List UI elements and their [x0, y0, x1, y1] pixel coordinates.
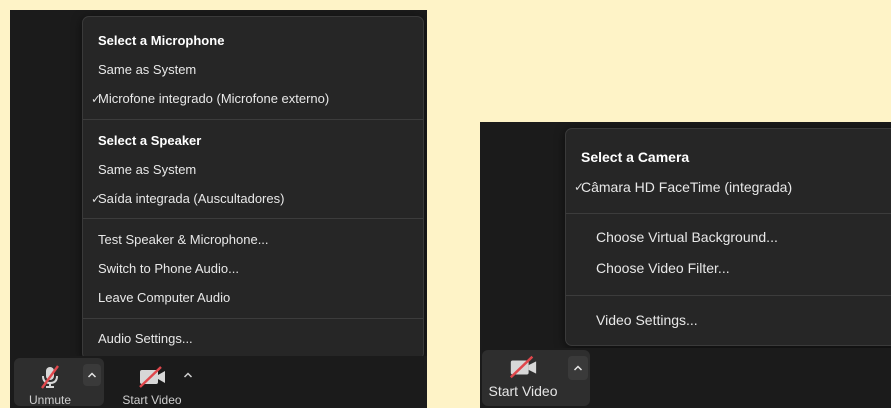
menu-divider — [83, 119, 423, 120]
chevron-up-icon — [87, 372, 97, 378]
menu-divider — [566, 213, 891, 214]
menu-item-speaker-integrated[interactable]: ✓ Saída integrada (Auscultadores) — [83, 189, 423, 209]
start-video-label: Start Video — [122, 393, 182, 407]
camera-off-icon — [137, 364, 167, 390]
meeting-toolbar: Start Video — [480, 348, 891, 408]
menu-item-video-settings[interactable]: Video Settings... — [596, 310, 891, 330]
video-options-caret-button[interactable] — [568, 356, 588, 380]
menu-item-label: Saída integrada (Auscultadores) — [98, 191, 285, 206]
video-menu: Select a Camera ✓ Câmara HD FaceTime (in… — [565, 128, 891, 346]
audio-menu: Select a Microphone Same as System ✓ Mic… — [82, 16, 424, 360]
menu-item-test-speaker-microphone[interactable]: Test Speaker & Microphone... — [98, 230, 423, 250]
menu-divider — [83, 218, 423, 219]
menu-item-choose-virtual-background[interactable]: Choose Virtual Background... — [596, 227, 891, 247]
unmute-button[interactable]: Unmute — [28, 364, 72, 407]
menu-item-label: Câmara HD FaceTime (integrada) — [581, 179, 793, 195]
menu-item-speaker-same-as-system[interactable]: Same as System — [98, 160, 423, 180]
meeting-toolbar: Unmute Start Video — [10, 356, 427, 408]
start-video-button[interactable]: Start Video — [117, 364, 187, 407]
menu-item-choose-video-filter[interactable]: Choose Video Filter... — [596, 258, 891, 278]
video-options-caret-button[interactable] — [179, 364, 197, 386]
video-panel: Select a Camera ✓ Câmara HD FaceTime (in… — [480, 122, 891, 408]
menu-item-label: Microfone integrado (Microfone externo) — [98, 91, 330, 106]
menu-divider — [566, 295, 891, 296]
menu-item-switch-to-phone-audio[interactable]: Switch to Phone Audio... — [98, 259, 423, 279]
speaker-section-header: Select a Speaker — [98, 133, 202, 148]
audio-panel: Select a Microphone Same as System ✓ Mic… — [10, 10, 427, 408]
start-video-label: Start Video — [488, 383, 558, 399]
menu-item-leave-computer-audio[interactable]: Leave Computer Audio — [98, 288, 423, 308]
microphone-muted-icon — [35, 364, 65, 390]
chevron-up-icon — [183, 372, 193, 378]
menu-item-audio-settings[interactable]: Audio Settings... — [98, 329, 423, 349]
audio-options-caret-button[interactable] — [83, 364, 101, 386]
menu-item-microphone-same-as-system[interactable]: Same as System — [98, 60, 423, 80]
chevron-up-icon — [573, 365, 583, 371]
menu-divider — [83, 318, 423, 319]
microphone-section-header: Select a Microphone — [98, 33, 225, 48]
camera-off-icon — [508, 354, 538, 380]
menu-item-microphone-integrated[interactable]: ✓ Microfone integrado (Microfone externo… — [83, 89, 423, 109]
start-video-button[interactable]: Start Video — [488, 354, 558, 399]
menu-item-camera-facetime-hd[interactable]: ✓ Câmara HD FaceTime (integrada) — [566, 177, 891, 197]
unmute-label: Unmute — [28, 393, 72, 407]
camera-section-header: Select a Camera — [581, 149, 690, 165]
